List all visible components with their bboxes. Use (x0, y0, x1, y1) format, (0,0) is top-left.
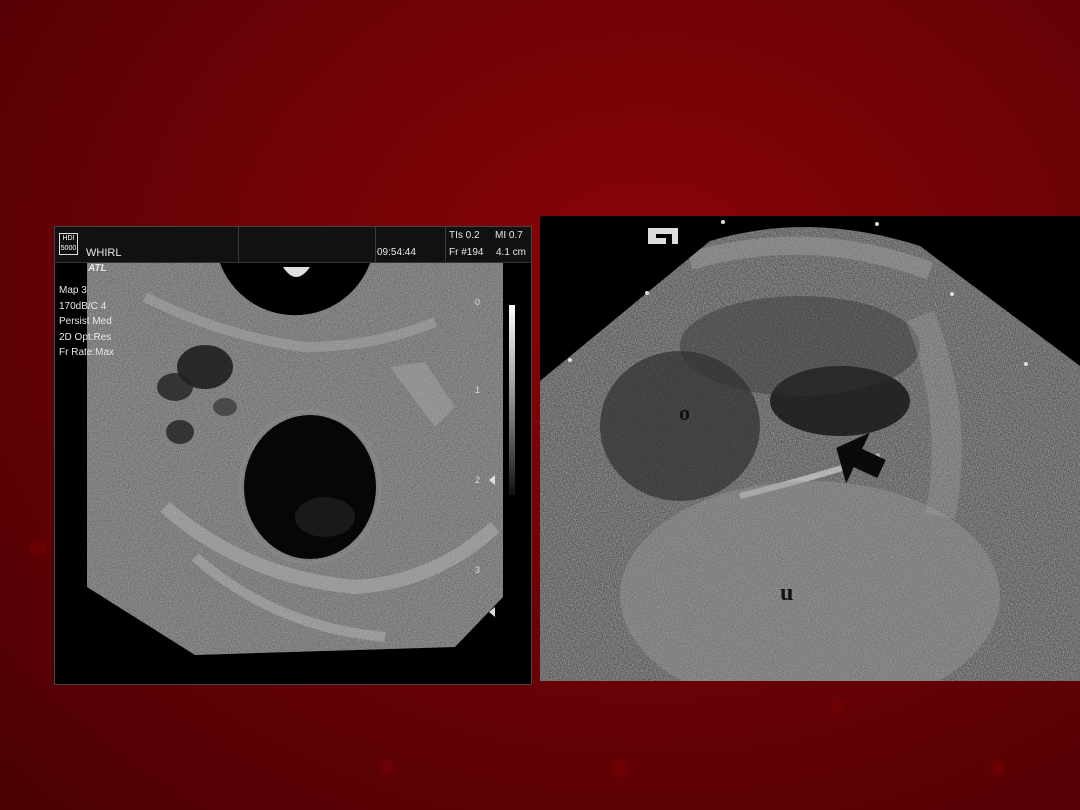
header-divider (375, 227, 376, 262)
scan-parameters: Map 3 170dB/C 4 Persist Med 2D Opt:Res F… (59, 283, 114, 361)
ultrasound-image-right: o u (540, 216, 1080, 681)
focus-marker-icon (489, 475, 495, 485)
grayscale-bar (509, 305, 515, 495)
focus-markers (489, 475, 495, 617)
focus-marker-icon (489, 607, 495, 617)
depth-tick-label: 2 (475, 475, 481, 485)
header-divider (238, 227, 239, 262)
brand-label: ATL (88, 263, 107, 274)
param-persist: Persist Med (59, 316, 112, 327)
frame-readout: Fr #194 (449, 247, 484, 258)
ovary-label: o (679, 400, 690, 425)
ultrasound-scan-left (87, 263, 503, 655)
timestamp: 09:54:44 (377, 247, 416, 258)
background-dot (30, 540, 46, 556)
uterus-label: u (780, 580, 794, 606)
background-dot (990, 760, 1006, 776)
mi-readout: MI 0.7 (495, 230, 523, 241)
ultrasound-scan-right (540, 220, 1080, 681)
depth-readout: 4.1 cm (496, 247, 527, 258)
depth-tick-label: 0 (475, 297, 481, 307)
mode-label: WHIRL (86, 247, 122, 259)
depth-tick-label: 3 (475, 565, 481, 575)
background-dot (830, 700, 844, 714)
orientation-marker-icon (648, 228, 678, 244)
ultrasound-image-left: HDI 5000 WHIRL ATL 09:54:44 TIs 0.2 MI 0… (54, 226, 532, 685)
header-divider (445, 227, 446, 262)
param-map: Map 3 (59, 285, 87, 296)
param-frame-rate: Fr Rate:Max (59, 347, 115, 358)
depth-tick-label: 1 (475, 385, 481, 395)
hdi-logo: HDI 5000 (59, 233, 78, 255)
param-2d-opt: 2D Opt:Res (59, 331, 112, 343)
param-dynamic-range: 170dB/C 4 (59, 300, 107, 312)
tis-readout: TIs 0.2 (449, 230, 480, 241)
background-dot (610, 760, 628, 778)
background-dot (380, 760, 394, 774)
